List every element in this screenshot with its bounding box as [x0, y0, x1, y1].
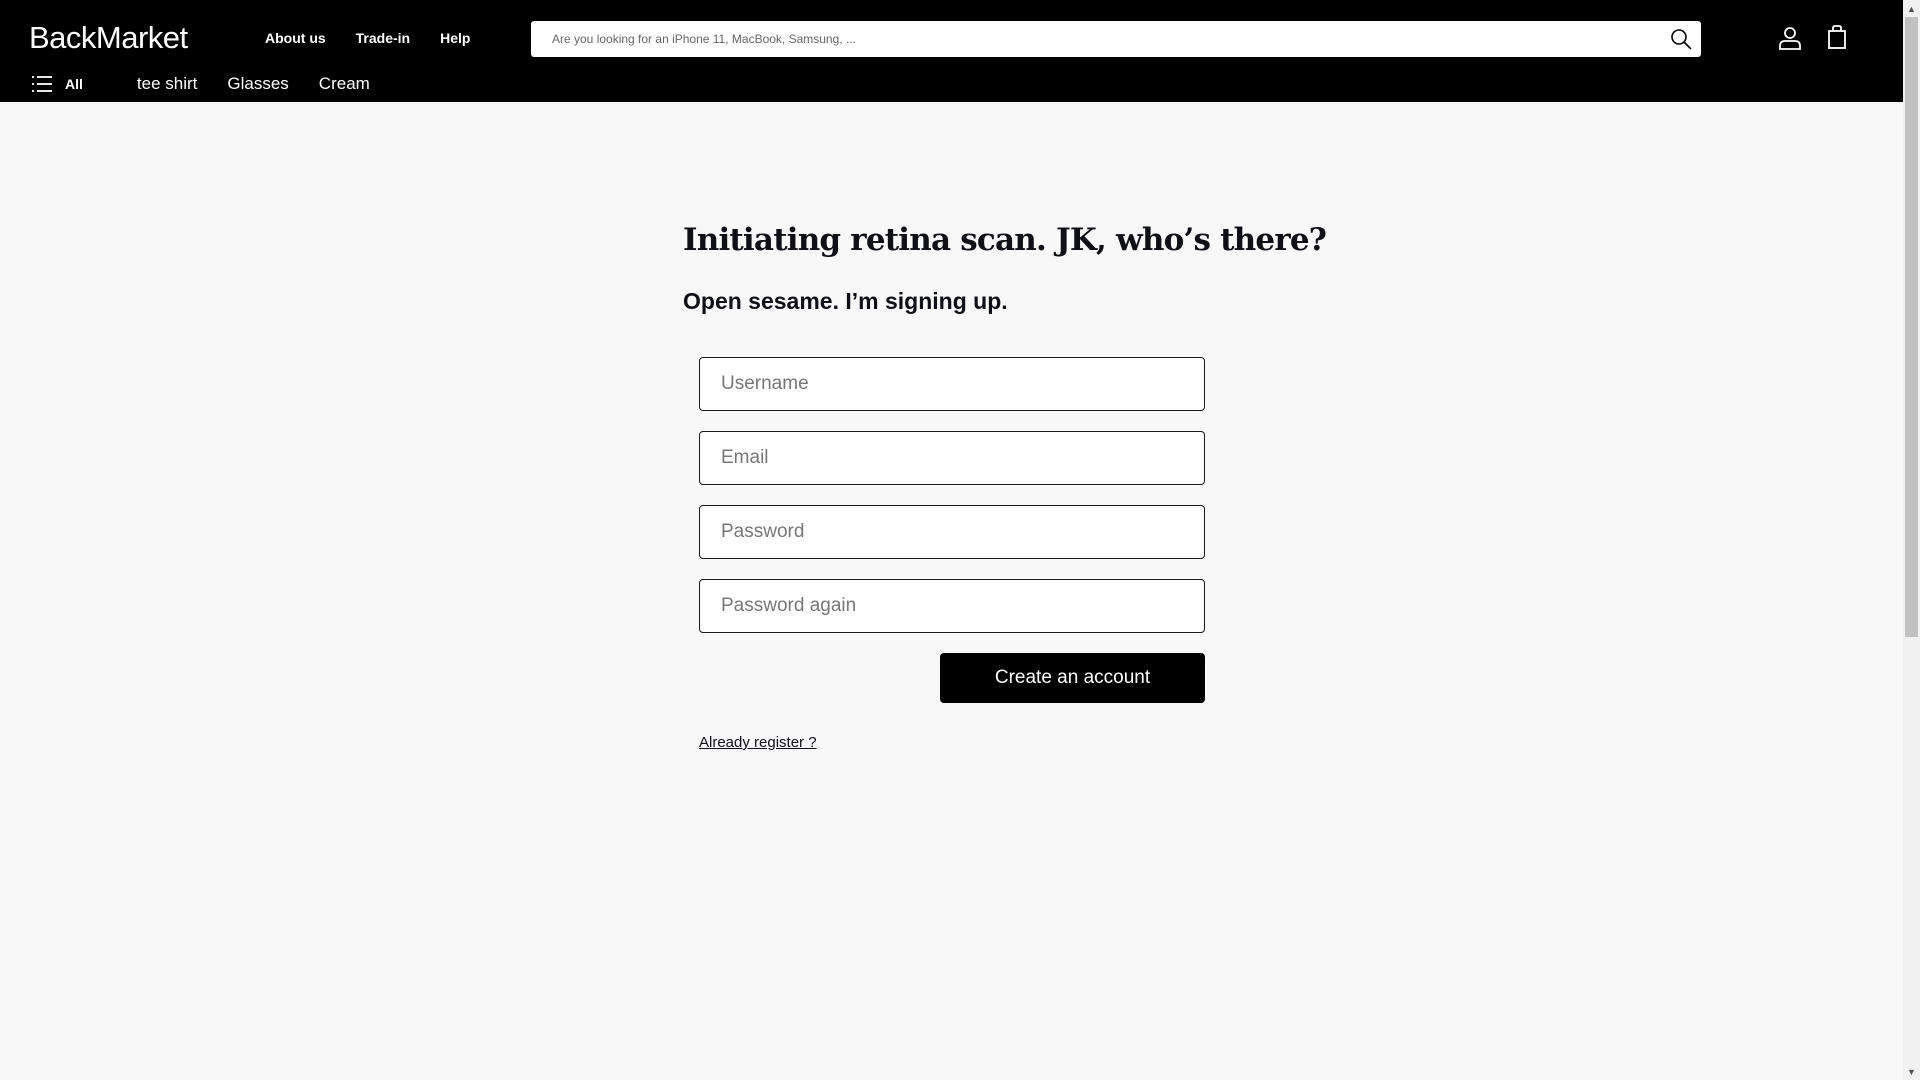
search-input[interactable]: [531, 21, 1701, 57]
username-input[interactable]: [700, 358, 1204, 410]
email-input[interactable]: [700, 432, 1204, 484]
email-field: [699, 431, 1205, 485]
scrollbar-thumb[interactable]: [1905, 17, 1918, 637]
nav-trade-in[interactable]: Trade-in: [356, 30, 410, 46]
page-title: Initiating retina scan. JK, who’s there?: [683, 222, 1327, 258]
site-logo[interactable]: BackMarket: [29, 20, 188, 56]
category-cream[interactable]: Cream: [319, 74, 370, 94]
category-glasses[interactable]: Glasses: [227, 74, 288, 94]
password-again-input[interactable]: [700, 580, 1204, 632]
category-nav: All tee shirt Glasses Cream: [31, 74, 400, 94]
password-field: [699, 505, 1205, 559]
scroll-up-arrow-icon[interactable]: ▲: [1903, 0, 1920, 17]
category-tee-shirt[interactable]: tee shirt: [137, 74, 197, 94]
nav-about-us[interactable]: About us: [265, 30, 326, 46]
page-subtitle: Open sesame. I’m signing up.: [683, 288, 1008, 314]
nav-help[interactable]: Help: [440, 30, 470, 46]
menu-icon: [32, 76, 52, 92]
account-icon[interactable]: [1777, 25, 1803, 51]
cart-icon[interactable]: [1824, 24, 1850, 50]
top-header: BackMarket About us Trade-in Help All te…: [0, 0, 1903, 102]
vertical-scrollbar[interactable]: ▲ ▼: [1903, 0, 1920, 1080]
main-nav: About us Trade-in Help: [265, 30, 500, 46]
search-box: [531, 21, 1701, 57]
already-registered-link[interactable]: Already register ?: [699, 734, 817, 751]
scroll-down-arrow-icon[interactable]: ▼: [1903, 1063, 1920, 1080]
create-account-button[interactable]: Create an account: [940, 653, 1205, 703]
password-again-field: [699, 579, 1205, 633]
all-categories-label: All: [65, 76, 83, 92]
username-field: [699, 357, 1205, 411]
all-categories-button[interactable]: All: [31, 75, 83, 93]
password-input[interactable]: [700, 506, 1204, 558]
search-icon[interactable]: [1669, 27, 1693, 51]
